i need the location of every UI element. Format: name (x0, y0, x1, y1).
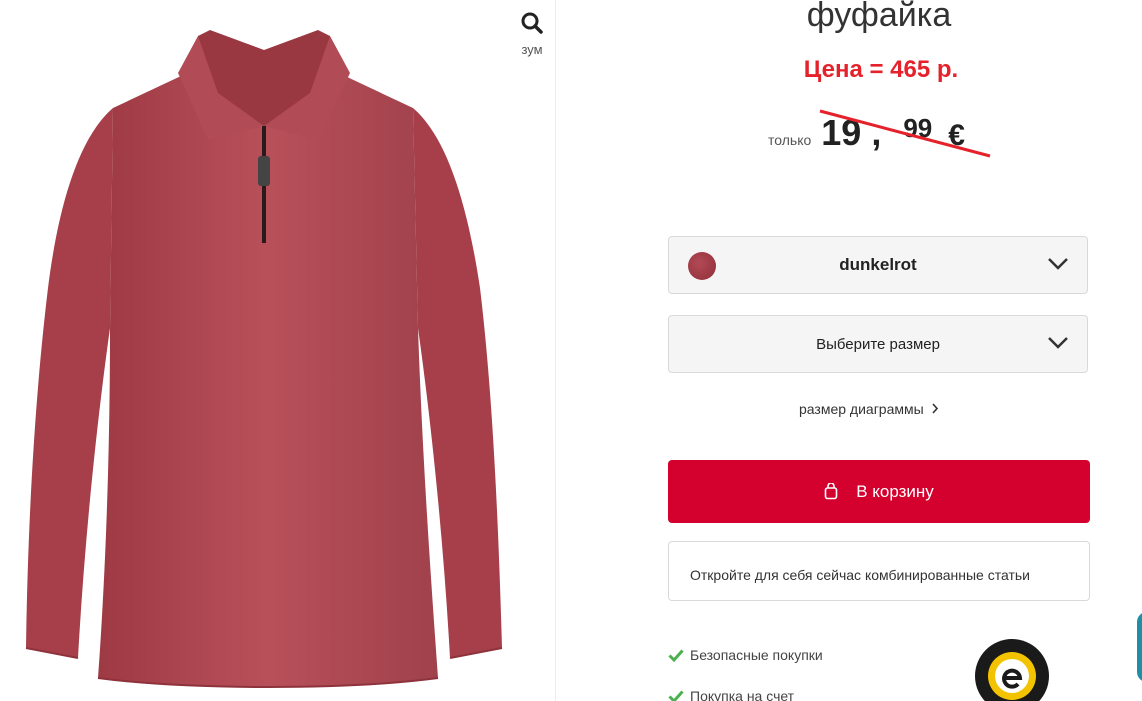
product-image[interactable] (18, 28, 508, 692)
color-select-value: dunkelrot (839, 255, 917, 274)
color-swatch (688, 252, 716, 280)
zoom-label: зум (521, 42, 543, 57)
trusted-shops-badge[interactable] (974, 638, 1050, 701)
trust-item: Безопасные покупки (668, 645, 823, 665)
color-select[interactable]: dunkelrot (668, 236, 1088, 294)
add-to-cart-label: В корзину (856, 481, 934, 501)
price: только 19 , 99 € (768, 112, 965, 154)
check-icon (668, 689, 684, 701)
chevron-down-icon (1048, 258, 1068, 270)
combination-items-label: Откройте для себя сейчас комбинированные… (690, 567, 1030, 583)
search-icon (521, 12, 543, 34)
trust-list: Безопасные покупки Покупка на счет (668, 645, 823, 701)
size-select[interactable]: Выберите размер (668, 315, 1088, 373)
price-separator: , (871, 112, 882, 153)
trust-item-label: Покупка на счет (690, 688, 795, 701)
shopping-bag-icon (824, 483, 838, 500)
zoom-button[interactable]: зум (512, 12, 552, 57)
check-icon (668, 648, 684, 662)
size-select-placeholder: Выберите размер (816, 335, 940, 353)
trust-item-label: Безопасные покупки (690, 647, 823, 663)
product-info-panel: фуфайка Цена = 465 р. только 19 , 99 € d… (556, 0, 1142, 701)
price-currency: € (948, 119, 965, 152)
price-integer: 19 (821, 112, 862, 153)
chevron-right-icon (931, 403, 938, 414)
product-title: фуфайка (806, 0, 952, 34)
chevron-down-icon (1048, 337, 1068, 349)
price-cents: 99 (903, 113, 933, 143)
product-page: зум фуфайка Цена = 465 р. только 19 , 99… (0, 0, 1142, 701)
size-chart-label: размер диаграммы (799, 401, 924, 417)
trust-item: Покупка на счет (668, 686, 823, 701)
add-to-cart-button[interactable]: В корзину (668, 460, 1090, 523)
size-chart-link[interactable]: размер диаграммы (799, 401, 939, 417)
chat-widget-button[interactable] (1137, 612, 1142, 682)
price-note: Цена = 465 р. (803, 56, 959, 83)
price-prefix: только (768, 132, 812, 148)
combination-items-button[interactable]: Откройте для себя сейчас комбинированные… (668, 541, 1090, 601)
product-image-panel: зум (0, 0, 556, 701)
